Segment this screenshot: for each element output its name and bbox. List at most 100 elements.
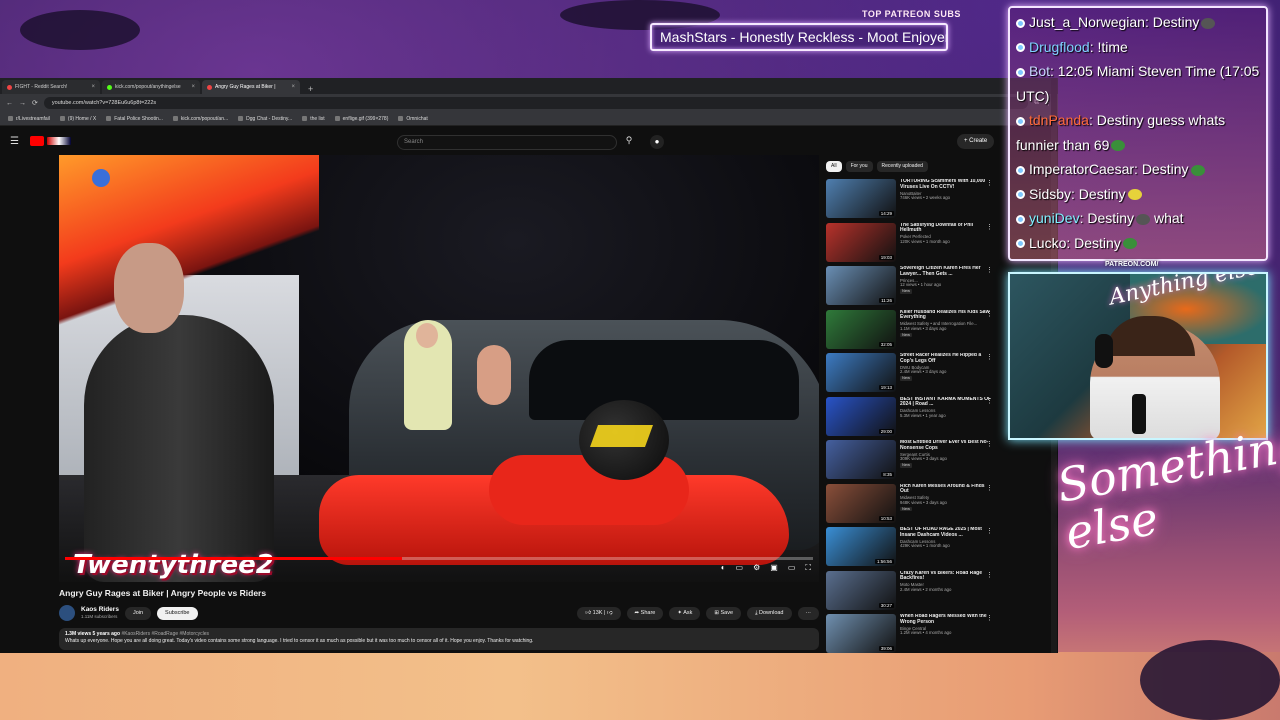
more-options-icon[interactable]: ⋮: [986, 484, 993, 492]
chat-username[interactable]: tdnPanda: [1029, 112, 1089, 128]
chip-recently-uploaded[interactable]: Recently uploaded: [876, 161, 928, 172]
video-thumbnail[interactable]: 8:35: [826, 440, 896, 479]
youtube-logo[interactable]: [30, 136, 44, 146]
more-actions-button[interactable]: ···: [797, 606, 819, 620]
recommendation-item[interactable]: 30:27 Crazy Karen vs Bikers: Road Rage Ba…: [826, 570, 996, 615]
video-thumbnail[interactable]: 14:29: [826, 179, 896, 218]
share-button[interactable]: ➦ Share: [626, 606, 664, 620]
recommendation-item[interactable]: 19:13 Street Racer Realizes He Ripped a C…: [826, 353, 996, 397]
recommendation-item[interactable]: 11:26 Sovereign Citizen Karen Fires Her L…: [826, 266, 996, 310]
more-options-icon[interactable]: ⋮: [986, 527, 993, 535]
recommendation-item[interactable]: 10:53 Rich Karen Messes Around & Finds Ou…: [826, 483, 996, 528]
download-button[interactable]: ⤓ Download: [747, 606, 792, 620]
search-icon[interactable]: ⚲: [620, 135, 638, 150]
like-button[interactable]: 👍︎ 13K | 👎︎: [577, 606, 621, 620]
chat-username[interactable]: ImperatorCaesar: [1029, 161, 1134, 177]
chip-for-you[interactable]: For you: [845, 161, 873, 172]
video-thumbnail[interactable]: 19:13: [826, 353, 896, 392]
recommendation-title[interactable]: Rich Karen Messes Around & Finds Out: [900, 484, 992, 496]
bookmark[interactable]: (9) Home / X: [59, 116, 96, 122]
more-options-icon[interactable]: ⋮: [986, 397, 993, 405]
video-thumbnail[interactable]: 19:03: [826, 222, 896, 262]
subscribe-button[interactable]: Subscribe: [157, 606, 198, 620]
bookmark[interactable]: enflige.gif (399×278): [334, 116, 388, 122]
close-icon[interactable]: ×: [291, 84, 295, 90]
thumbs-down-icon[interactable]: | 👎︎: [604, 610, 613, 616]
close-icon[interactable]: ×: [191, 84, 195, 90]
chat-username[interactable]: Just_a_Norwegian: [1029, 14, 1145, 30]
save-button[interactable]: ⊞ Save: [706, 606, 742, 620]
recommendation-title[interactable]: The Satisfying Downfall of Phil Hellmuth: [900, 223, 992, 235]
theater-icon[interactable]: ▭: [788, 563, 796, 573]
more-options-icon[interactable]: ⋮: [986, 310, 993, 318]
hamburger-menu-icon[interactable]: ☰: [10, 136, 26, 147]
chat-username[interactable]: Bot: [1029, 63, 1050, 79]
bookmark[interactable]: r/Livestreamfail: [8, 116, 50, 122]
fullscreen-icon[interactable]: ⛶: [805, 563, 811, 573]
close-icon[interactable]: ×: [91, 84, 95, 90]
video-thumbnail[interactable]: 11:26: [826, 266, 896, 305]
recommendation-title[interactable]: Sovereign Citizen Karen Fires Her Lawyer…: [900, 266, 992, 278]
video-thumbnail[interactable]: 32:05: [826, 309, 896, 349]
video-thumbnail[interactable]: 39:06: [826, 614, 896, 653]
video-thumbnail[interactable]: 10:53: [826, 483, 896, 523]
settings-gear-icon[interactable]: ⚙: [753, 563, 760, 573]
tab-youtube[interactable]: Angry Guy Rages at Biker | ×: [202, 80, 300, 94]
microphone-icon[interactable]: ●: [650, 135, 664, 149]
bookmark[interactable]: the list: [302, 116, 325, 122]
recommendation-title[interactable]: Street Racer Realizes He Ripped a Cop's …: [900, 353, 992, 365]
recommendation-item[interactable]: 32:05 Killer Husband Realizes His Kids Sa…: [826, 309, 996, 354]
more-options-icon[interactable]: ⋮: [986, 440, 993, 448]
recommendation-title[interactable]: Most Entitled Driver Ever vs Best No-Non…: [900, 440, 992, 452]
recommendation-item[interactable]: 8:35 Most Entitled Driver Ever vs Best No…: [826, 440, 996, 484]
recommendation-item[interactable]: 29:00 BEST INSTANT KARMA MOMENTS OF 2024 …: [826, 396, 996, 441]
search-input[interactable]: Search: [397, 135, 617, 150]
back-icon[interactable]: ←: [6, 100, 13, 107]
chip-all[interactable]: All: [826, 161, 842, 172]
tab-kick[interactable]: kick.com/popout/anythingelse ×: [102, 80, 200, 94]
more-options-icon[interactable]: ⋮: [986, 179, 993, 187]
more-options-icon[interactable]: ⋮: [986, 571, 993, 579]
recommendation-title[interactable]: BEST OF ROAD RAGE 2025 | Most Insane Das…: [900, 527, 992, 539]
video-player[interactable]: Twentythree2 ◐ ▭ ⚙ ▣ ▭ ⛶: [59, 155, 819, 582]
more-options-icon[interactable]: ⋮: [986, 614, 993, 622]
recommendation-title[interactable]: When Road Ragers Messed With the Wrong P…: [900, 614, 992, 626]
recommendation-title[interactable]: Killer Husband Realizes His Kids Saw Eve…: [900, 310, 992, 322]
more-options-icon[interactable]: ⋮: [986, 223, 993, 231]
reload-icon[interactable]: ⟳: [32, 99, 38, 107]
recommendation-item[interactable]: 1:56:56 BEST OF ROAD RAGE 2025 | Most Ins…: [826, 527, 996, 571]
more-options-icon[interactable]: ⋮: [986, 353, 993, 361]
bookmark[interactable]: kick.com/popout/an...: [172, 116, 228, 122]
url-field[interactable]: youtube.com/watch?v=728Eu6u6p8t=222s: [43, 97, 1028, 109]
video-thumbnail[interactable]: 29:00: [826, 396, 896, 436]
channel-avatar[interactable]: [59, 605, 75, 621]
autoplay-toggle-icon[interactable]: ◐: [721, 563, 726, 573]
bookmark[interactable]: Dgg Chat - Destiny...: [238, 116, 292, 122]
chat-username[interactable]: Drugflood: [1029, 39, 1090, 55]
bookmark[interactable]: Fatal Police Shootin...: [106, 116, 163, 122]
tab-reddit[interactable]: FIGHT - Reddit Search! ×: [2, 80, 100, 94]
chat-username[interactable]: Lucko: [1029, 235, 1066, 251]
create-button[interactable]: + Create: [957, 134, 995, 149]
ask-button[interactable]: ✦ Ask: [669, 606, 701, 620]
recommendation-title[interactable]: BEST INSTANT KARMA MOMENTS OF 2024 | Roa…: [900, 397, 992, 409]
video-thumbnail[interactable]: 30:27: [826, 570, 896, 610]
forward-icon[interactable]: →: [19, 100, 26, 107]
miniplayer-icon[interactable]: ▣: [770, 563, 778, 573]
progress-bar[interactable]: [65, 557, 813, 560]
recommendation-item[interactable]: 39:06 When Road Ragers Messed With the Wr…: [826, 614, 996, 653]
chat-username[interactable]: yuniDev: [1029, 210, 1080, 226]
channel-name[interactable]: Kaos Riders: [81, 606, 119, 614]
recommendation-item[interactable]: 19:03 The Satisfying Downfall of Phil Hel…: [826, 222, 996, 267]
join-button[interactable]: Join: [124, 606, 152, 620]
description-tags[interactable]: #KaosRiders #RoadRage #Motorcycles: [121, 631, 209, 637]
new-tab-button[interactable]: +: [302, 84, 319, 94]
recommendation-title[interactable]: TORTURING Scammers With 10,000 Viruses L…: [900, 179, 992, 191]
captions-icon[interactable]: ▭: [736, 563, 744, 573]
chat-username[interactable]: Sidsby: [1029, 186, 1071, 202]
video-thumbnail[interactable]: 1:56:56: [826, 527, 896, 566]
bookmark[interactable]: Omnichat: [398, 116, 428, 122]
more-options-icon[interactable]: ⋮: [986, 266, 993, 274]
description-box[interactable]: 1.3M views 5 years ago #KaosRiders #Road…: [59, 628, 819, 650]
recommendation-title[interactable]: Crazy Karen vs Bikers: Road Rage Backfir…: [900, 571, 992, 583]
